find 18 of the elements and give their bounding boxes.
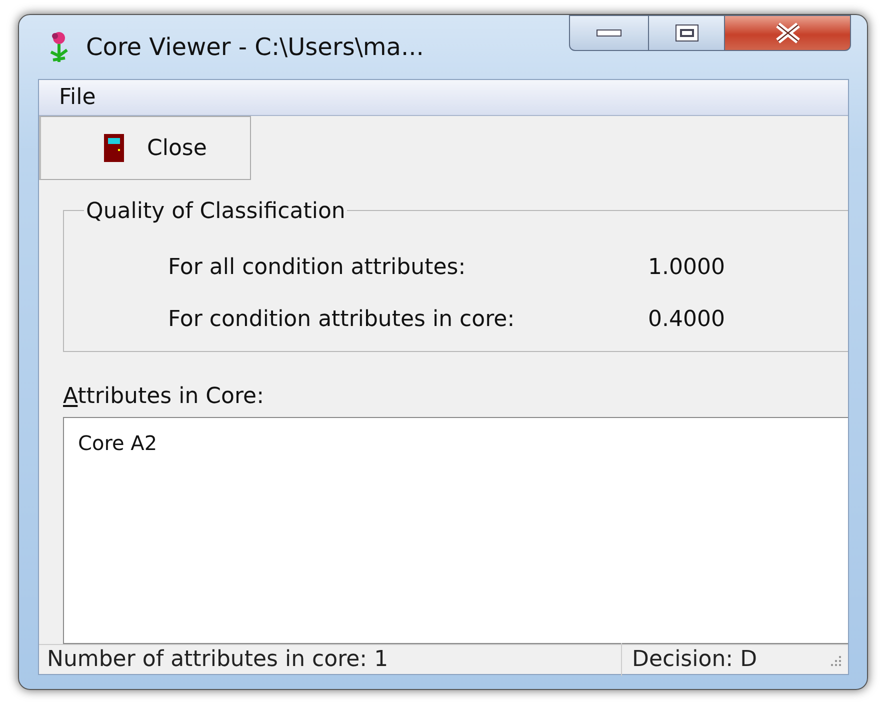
minimize-button[interactable] bbox=[569, 15, 649, 51]
status-text: Decision: D bbox=[632, 646, 758, 674]
door-icon bbox=[103, 133, 125, 163]
quality-label: For condition attributes in core: bbox=[168, 306, 516, 334]
close-button[interactable] bbox=[725, 15, 851, 51]
list-item[interactable]: Core A2 bbox=[78, 428, 834, 458]
minimize-icon bbox=[596, 28, 622, 38]
close-icon bbox=[774, 22, 802, 44]
toolbar-button[interactable]: Close bbox=[39, 116, 251, 180]
menu-item[interactable]: File bbox=[59, 81, 96, 114]
list-label: Attributes in Core: bbox=[63, 383, 265, 411]
quality-value: 0.4000 bbox=[648, 306, 725, 334]
quality-label: For all condition attributes: bbox=[168, 254, 467, 282]
window-title: Core Viewer - C:\Users\ma... bbox=[86, 32, 424, 63]
status-text: Number of attributes in core: 1 bbox=[46, 646, 390, 674]
maximize-icon bbox=[674, 24, 698, 42]
maximize-button[interactable] bbox=[649, 15, 725, 51]
quality-value: 1.0000 bbox=[648, 254, 725, 282]
